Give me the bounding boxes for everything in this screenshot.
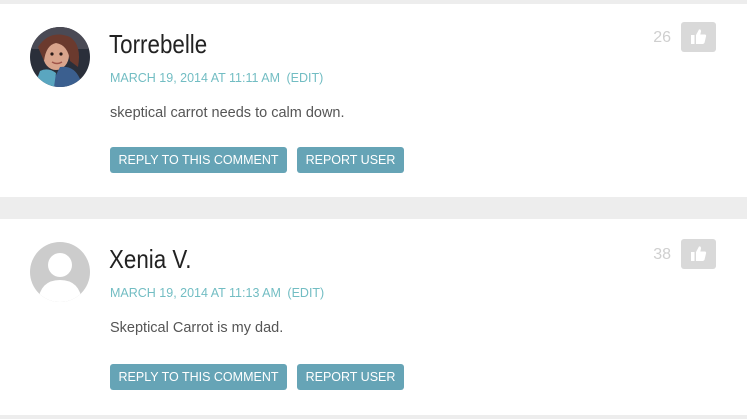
vote-count: 38	[653, 246, 671, 263]
thumbs-up-icon	[691, 29, 707, 44]
reply-button[interactable]: REPLY TO THIS COMMENT	[110, 364, 287, 390]
reply-button[interactable]: REPLY TO THIS COMMENT	[110, 147, 287, 173]
vote-count: 26	[653, 29, 671, 46]
comment-text: skeptical carrot needs to calm down.	[110, 105, 345, 121]
thumbs-up-icon	[691, 246, 707, 261]
like-button[interactable]	[681, 22, 716, 52]
comment-text: Skeptical Carrot is my dad.	[110, 320, 284, 336]
edit-link[interactable]: (EDIT)	[286, 71, 323, 85]
comment-meta: MARCH 19, 2014 AT 11:13 AM (EDIT)	[110, 286, 324, 300]
comment-author[interactable]: Torrebelle	[109, 29, 207, 60]
avatar[interactable]	[30, 242, 90, 302]
default-avatar-icon	[30, 242, 90, 302]
like-button[interactable]	[681, 239, 716, 269]
report-user-button[interactable]: REPORT USER	[297, 364, 404, 390]
edit-link[interactable]: (EDIT)	[287, 286, 324, 300]
comment-date[interactable]: MARCH 19, 2014 AT 11:11 AM	[110, 71, 280, 85]
comment-meta: MARCH 19, 2014 AT 11:11 AM (EDIT)	[110, 71, 323, 85]
comment-card: Torrebelle MARCH 19, 2014 AT 11:11 AM (E…	[0, 4, 747, 197]
user-photo-icon	[30, 27, 90, 87]
comment-card: Xenia V. MARCH 19, 2014 AT 11:13 AM (EDI…	[0, 219, 747, 415]
comment-author[interactable]: Xenia V.	[109, 244, 191, 275]
comment-date[interactable]: MARCH 19, 2014 AT 11:13 AM	[110, 286, 281, 300]
avatar[interactable]	[30, 27, 90, 87]
report-user-button[interactable]: REPORT USER	[297, 147, 404, 173]
